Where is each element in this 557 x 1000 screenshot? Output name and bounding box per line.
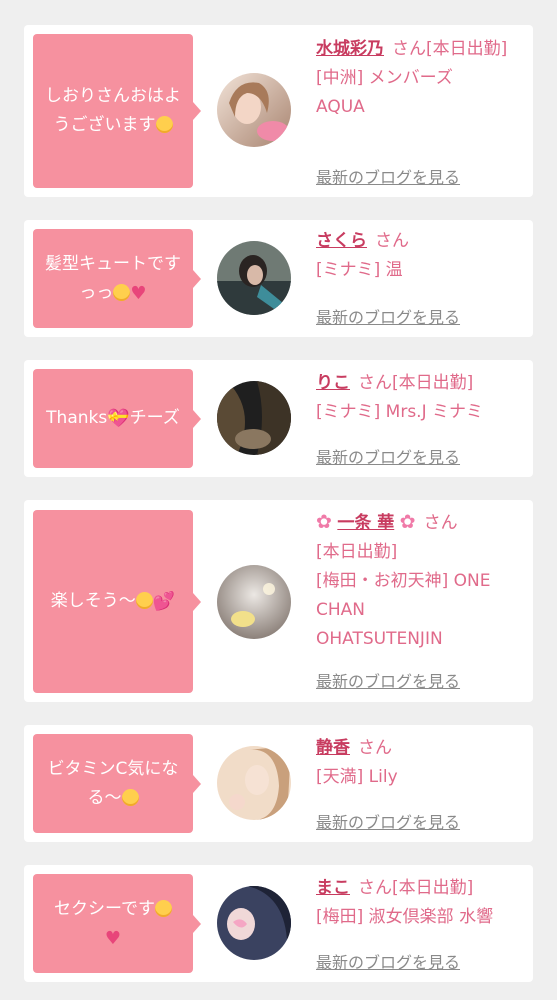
profile-info: まこ さん[本日出勤] [梅田] 淑女倶楽部 水響	[316, 874, 521, 932]
shop-detail: [ミナミ] Mrs.J ミナミ	[316, 402, 484, 422]
heart-icon: ♥	[130, 282, 147, 304]
name-suffix: さん	[375, 231, 409, 251]
name-suffix: さん	[392, 39, 426, 59]
smiling-face-icon	[154, 899, 172, 917]
avatar-photo	[217, 886, 291, 960]
girl-name-link[interactable]: りこ	[316, 373, 350, 393]
name-suffix: さん	[423, 513, 458, 533]
profile-info: ✿ 一条 華 ✿ さん [本日出勤] [梅田・お初天神] ONE CHAN OHATSU…	[316, 508, 521, 654]
message-bubble: しおりさんおはようございます	[33, 34, 201, 188]
heart-with-ribbon-icon: 💝	[107, 408, 130, 429]
shop-detail: [中洲] メンバーズ AQUA	[316, 68, 453, 117]
message-bubble: セクシーです ♥	[33, 874, 201, 973]
avatar-photo	[217, 73, 291, 147]
two-hearts-icon: 💕	[152, 591, 176, 612]
comment-card: セクシーです ♥ まこ さん[本日出勤] [梅田] 淑女倶楽部 水響 最新のブログ…	[24, 865, 533, 982]
laughing-face-icon	[113, 283, 131, 301]
message-bubble: 髪型キュートですっっ ♥	[33, 229, 201, 328]
message-bubble: Thanks💝チーズ	[33, 369, 201, 468]
avatar-photo	[217, 381, 291, 455]
message-text: セクシーです	[54, 898, 155, 919]
avatar-photo	[217, 565, 291, 639]
name-suffix: さん	[358, 738, 392, 758]
message-bubble: 楽しそう〜 💕	[33, 510, 201, 693]
profile-info: 静香 さん [天満] Lily	[316, 734, 521, 792]
avatar-photo	[217, 746, 291, 820]
girl-name-link[interactable]: 静香	[316, 738, 350, 758]
comment-card: 楽しそう〜 💕 ✿ 一条 華 ✿ さん [本日出勤] [梅田・お初天神] ONE CHA…	[24, 500, 533, 702]
comment-card: Thanks💝チーズ りこ さん[本日出勤] [ミナミ] Mrs.J ミナミ 最新…	[24, 360, 533, 477]
smiling-face-icon	[155, 116, 173, 133]
comment-card: 髪型キュートですっっ ♥ さくら さん [ミナミ] 温 最新のブログを見る	[24, 220, 533, 337]
latest-blog-link[interactable]: 最新のブログを見る	[316, 304, 460, 328]
name-suffix: さん[本日出勤]	[358, 373, 474, 393]
heart-icon: ♥	[104, 927, 122, 949]
message-bubble: ビタミンC気になる〜	[33, 734, 201, 833]
avatar[interactable]	[217, 886, 291, 960]
comment-card: しおりさんおはようございます 水城彩乃 さん[本日出勤] [中洲] メンバーズ AQ…	[24, 25, 533, 197]
flower-icon: ✿	[316, 511, 332, 533]
shop-detail: [本日出勤] [梅田・お初天神] ONE CHAN OHATSUTENJIN	[316, 542, 491, 649]
avatar[interactable]	[217, 73, 291, 147]
latest-blog-link[interactable]: 最新のブログを見る	[316, 809, 460, 833]
avatar[interactable]	[217, 746, 291, 820]
avatar[interactable]	[217, 565, 291, 639]
blog-comment-list: しおりさんおはようございます 水城彩乃 さん[本日出勤] [中洲] メンバーズ AQ…	[0, 0, 557, 1000]
profile-info: りこ さん[本日出勤] [ミナミ] Mrs.J ミナミ	[316, 369, 521, 427]
latest-blog-link[interactable]: 最新のブログを見る	[316, 164, 460, 188]
latest-blog-link[interactable]: 最新のブログを見る	[316, 949, 460, 973]
comment-card: ビタミンC気になる〜 静香 さん [天満] Lily 最新のブログを見る	[24, 725, 533, 842]
avatar[interactable]	[217, 381, 291, 455]
message-text-suffix: チーズ	[129, 408, 180, 428]
girl-name-link[interactable]: まこ	[316, 878, 350, 898]
shop-detail: [梅田] 淑女倶楽部 水響	[316, 907, 494, 927]
girl-name-link[interactable]: 一条 華	[337, 513, 394, 533]
avatar-photo	[217, 241, 291, 315]
heart-eyes-face-icon	[121, 788, 139, 806]
message-text: Thanks	[46, 408, 108, 428]
name-suffix: さん[本日出勤]	[358, 878, 474, 898]
flower-icon: ✿	[399, 511, 416, 533]
girl-name-link[interactable]: さくら	[316, 231, 367, 251]
shop-detail: [ミナミ] 温	[316, 260, 403, 280]
message-text: 楽しそう〜	[50, 591, 136, 611]
girl-name-link[interactable]: 水城彩乃	[316, 39, 384, 59]
latest-blog-link[interactable]: 最新のブログを見る	[316, 668, 460, 692]
shop-detail: [天満] Lily	[316, 767, 398, 787]
profile-info: 水城彩乃 さん[本日出勤] [中洲] メンバーズ AQUA	[316, 39, 508, 117]
smiling-face-icon	[135, 592, 153, 609]
profile-info: さくら さん [ミナミ] 温	[316, 227, 521, 285]
message-text: ビタミンC気になる〜	[47, 758, 179, 808]
latest-blog-link[interactable]: 最新のブログを見る	[316, 444, 460, 468]
avatar[interactable]	[217, 241, 291, 315]
